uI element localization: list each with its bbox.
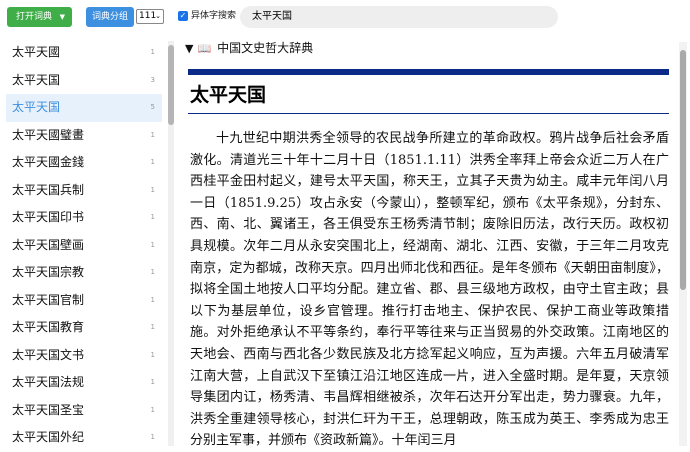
- word-list-item-label: 太平天国教育: [12, 320, 85, 334]
- word-list-item-label: 太平天国官制: [12, 292, 85, 307]
- word-list-item-count: 3: [150, 75, 155, 84]
- word-list-item-label: 太平天国: [12, 72, 61, 87]
- word-list-item-count: 5: [150, 103, 155, 111]
- word-list: 太平天國 1 太平天国 3 太平天国 5 太平天國璧畫 1 太平天國金錢 1 太平天国兵制 1 太平天国…: [6, 39, 162, 452]
- dictionary-header[interactable]: ▼ 📖 中国文史哲大辞典: [185, 40, 313, 57]
- title-top-rule: [188, 69, 669, 75]
- word-list-item-label: 太平天国印书: [12, 210, 85, 224]
- word-list-item-label: 太平天国外纪: [12, 430, 85, 444]
- article-panel: ▼ 📖 中国文史哲大辞典 太平天国 十九世纪中期洪秀全领导的农民战争所建立的革命政权…: [180, 35, 690, 452]
- word-list-item-count: 1: [150, 378, 155, 386]
- caret-down-icon: ▼: [59, 13, 65, 21]
- word-list-item-count: 1: [150, 240, 155, 249]
- word-list-item[interactable]: 太平天国印书 1: [6, 204, 162, 232]
- open-dictionary-button[interactable]: 打开词典 ▼: [7, 7, 72, 27]
- word-list-item-count: 1: [150, 158, 155, 166]
- group-select-value: 111: [139, 11, 157, 21]
- word-list-item-count: 1: [150, 130, 155, 139]
- open-dictionary-label: 打开词典: [16, 12, 53, 22]
- word-list-item[interactable]: 太平天国 5: [6, 94, 162, 122]
- word-list-item-count: 1: [150, 405, 155, 414]
- word-list-item-count: 1: [150, 213, 155, 221]
- group-select[interactable]: 111 ⌄: [136, 9, 164, 24]
- dictionary-group-button[interactable]: 词典分组: [86, 7, 134, 27]
- word-list-item-label: 太平天國: [12, 45, 61, 59]
- word-list-scrollbar[interactable]: [168, 41, 174, 446]
- search-input[interactable]: [240, 6, 558, 28]
- dictionary-name: 中国文史哲大辞典: [217, 41, 314, 55]
- word-list-item[interactable]: 太平天國 1: [6, 39, 162, 67]
- word-list-item-count: 1: [150, 295, 155, 304]
- word-list-item-count: 1: [150, 350, 155, 359]
- word-list-item-label: 太平天国壁画: [12, 237, 85, 252]
- title-bottom-rule: [188, 113, 669, 114]
- word-list-item[interactable]: 太平天国 3: [6, 67, 162, 95]
- word-list-item-count: 1: [150, 185, 155, 194]
- word-list-item-label: 太平天国: [12, 100, 61, 114]
- word-list-item-label: 太平天国文书: [12, 347, 85, 362]
- word-list-item-count: 1: [150, 323, 155, 331]
- word-list-item[interactable]: 太平天国宗教 1: [6, 259, 162, 287]
- collapse-triangle-icon[interactable]: ▼: [185, 42, 193, 55]
- toolbar: 打开词典 ▼ 词典分组 111 ⌄ ✓ 异体字搜索: [0, 0, 690, 34]
- word-list-item-count: 1: [150, 268, 155, 276]
- word-list-item-count: 1: [150, 433, 155, 441]
- entry-body: 十九世纪中期洪秀全领导的农民战争所建立的革命政权。鸦片战争后社会矛盾激化。清道光…: [190, 131, 669, 449]
- variant-search-checkbox[interactable]: ✓: [178, 11, 188, 21]
- word-list-item-label: 太平天国法规: [12, 375, 85, 389]
- word-list-item[interactable]: 太平天国官制 1: [6, 287, 162, 315]
- word-list-item-label: 太平天国宗教: [12, 265, 85, 279]
- word-list-item[interactable]: 太平天國璧畫 1: [6, 122, 162, 150]
- word-list-item[interactable]: 太平天国外纪 1: [6, 424, 162, 452]
- word-list-item[interactable]: 太平天国文书 1: [6, 342, 162, 370]
- entry-title: 太平天国: [190, 84, 267, 106]
- article-scrollbar[interactable]: [679, 42, 687, 446]
- word-list-item[interactable]: 太平天国教育 1: [6, 314, 162, 342]
- word-list-item[interactable]: 太平天國金錢 1: [6, 149, 162, 177]
- word-list-item-label: 太平天国兵制: [12, 182, 85, 197]
- scrollbar-thumb[interactable]: [680, 50, 686, 290]
- word-list-item-label: 太平天国圣宝: [12, 402, 85, 417]
- word-list-item[interactable]: 太平天国法规 1: [6, 369, 162, 397]
- book-icon: 📖: [197, 42, 212, 55]
- variant-search-label: 异体字搜索: [191, 11, 237, 21]
- word-list-item[interactable]: 太平天国兵制 1: [6, 177, 162, 205]
- word-list-item[interactable]: 太平天国圣宝 1: [6, 397, 162, 425]
- word-list-item-label: 太平天國金錢: [12, 155, 85, 169]
- word-list-panel: 太平天國 1 太平天国 3 太平天国 5 太平天國璧畫 1 太平天國金錢 1 太平天国兵制 1 太平天国…: [0, 35, 178, 452]
- word-list-item-label: 太平天國璧畫: [12, 127, 85, 142]
- word-list-item-count: 1: [150, 48, 155, 56]
- chevron-down-icon: ⌄: [155, 12, 161, 20]
- word-list-item[interactable]: 太平天国壁画 1: [6, 232, 162, 260]
- scrollbar-thumb[interactable]: [168, 45, 174, 125]
